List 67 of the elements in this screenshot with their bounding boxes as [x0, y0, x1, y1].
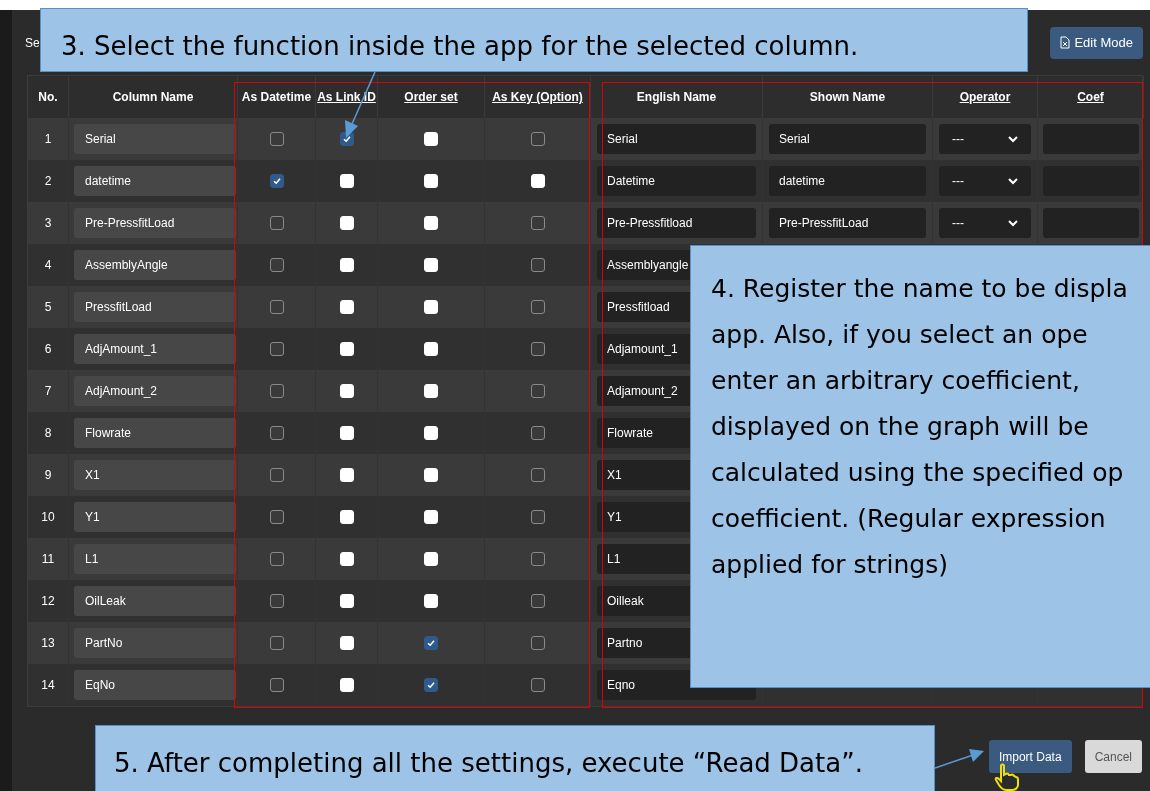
operator-select[interactable]: ---: [939, 124, 1031, 154]
import-data-button[interactable]: Import Data: [988, 740, 1072, 773]
column-name-field[interactable]: PartNo: [74, 628, 236, 658]
row-number: 5: [44, 299, 52, 316]
row-number: 13: [41, 635, 55, 652]
cancel-button[interactable]: Cancel: [1084, 740, 1142, 773]
column-name-field[interactable]: Y1: [74, 502, 236, 532]
column-name-field[interactable]: OilLeak: [74, 586, 236, 616]
checkmark-icon: [427, 639, 435, 647]
chevron-down-icon: [1008, 135, 1018, 143]
column-name-field[interactable]: AssemblyAngle: [74, 250, 236, 280]
hand-cursor-icon: [993, 763, 1021, 791]
checkbox[interactable]: [269, 174, 284, 188]
english-name-field[interactable]: Datetime: [597, 166, 756, 196]
row-number: 10: [41, 509, 55, 526]
row-number: 14: [41, 677, 55, 694]
checkbox[interactable]: [424, 636, 438, 650]
column-header: English Name: [636, 89, 717, 106]
row-number: 6: [44, 341, 52, 358]
shown-name-field[interactable]: Pre-PressfitLoad: [769, 208, 926, 238]
row-number: 7: [44, 383, 52, 400]
column-name-field[interactable]: L1: [74, 544, 236, 574]
column-name-field[interactable]: Pre-PressfitLoad: [74, 208, 236, 238]
column-header: As Key (Option): [492, 89, 583, 106]
english-name-field[interactable]: Pre-Pressfitload: [597, 208, 756, 238]
row-number: 11: [41, 551, 55, 568]
coef-field[interactable]: [1043, 124, 1139, 154]
column-header: As Link ID: [317, 89, 376, 106]
shown-name-field[interactable]: datetime: [769, 166, 926, 196]
shown-name-field[interactable]: Serial: [769, 124, 926, 154]
column-name-field[interactable]: X1: [74, 460, 236, 490]
column-name-field[interactable]: AdjAmount_1: [74, 334, 236, 364]
edit-mode-button[interactable]: Edit Mode: [1050, 26, 1143, 59]
column-name-field[interactable]: Flowrate: [74, 418, 236, 448]
column-header: No.: [38, 89, 58, 106]
excel-file-icon: [1060, 36, 1071, 49]
checkmark-icon: [427, 681, 435, 689]
column-name-field[interactable]: Serial: [74, 124, 236, 154]
column-header: Order set: [404, 89, 458, 106]
coef-field[interactable]: [1043, 208, 1139, 238]
operator-select[interactable]: ---: [939, 208, 1031, 238]
row-number: 9: [44, 467, 52, 484]
checkbox[interactable]: [424, 678, 438, 692]
column-header: As Datetime: [241, 89, 312, 106]
column-header: Column Name: [112, 89, 194, 106]
chevron-down-icon: [1008, 219, 1018, 227]
row-number: 2: [44, 173, 52, 190]
callout-text: 3. Select the function inside the app for the selected column.: [61, 30, 859, 63]
column-name-field[interactable]: PressfitLoad: [74, 292, 236, 322]
row-number: 4: [44, 257, 52, 274]
column-name-field[interactable]: datetime: [74, 166, 236, 196]
column-header: Shown Name: [809, 89, 886, 106]
operator-select[interactable]: ---: [939, 166, 1031, 196]
row-number: 3: [44, 215, 52, 232]
english-name-field[interactable]: Serial: [597, 124, 756, 154]
row-number: 8: [44, 425, 52, 442]
checkmark-icon: [342, 135, 351, 143]
checkmark-icon: [272, 177, 281, 185]
column-header: Operator: [959, 89, 1011, 106]
column-name-field[interactable]: EqNo: [74, 670, 236, 700]
chevron-down-icon: [1008, 177, 1018, 185]
column-header: Coef: [1077, 89, 1104, 106]
row-number: 1: [44, 131, 52, 148]
row-number: 12: [41, 593, 55, 610]
dialog-title: Se: [25, 34, 40, 52]
column-name-field[interactable]: AdjAmount_2: [74, 376, 236, 406]
callout-text: 5. After completing all the settings, execute “Read Data”.: [114, 747, 863, 780]
